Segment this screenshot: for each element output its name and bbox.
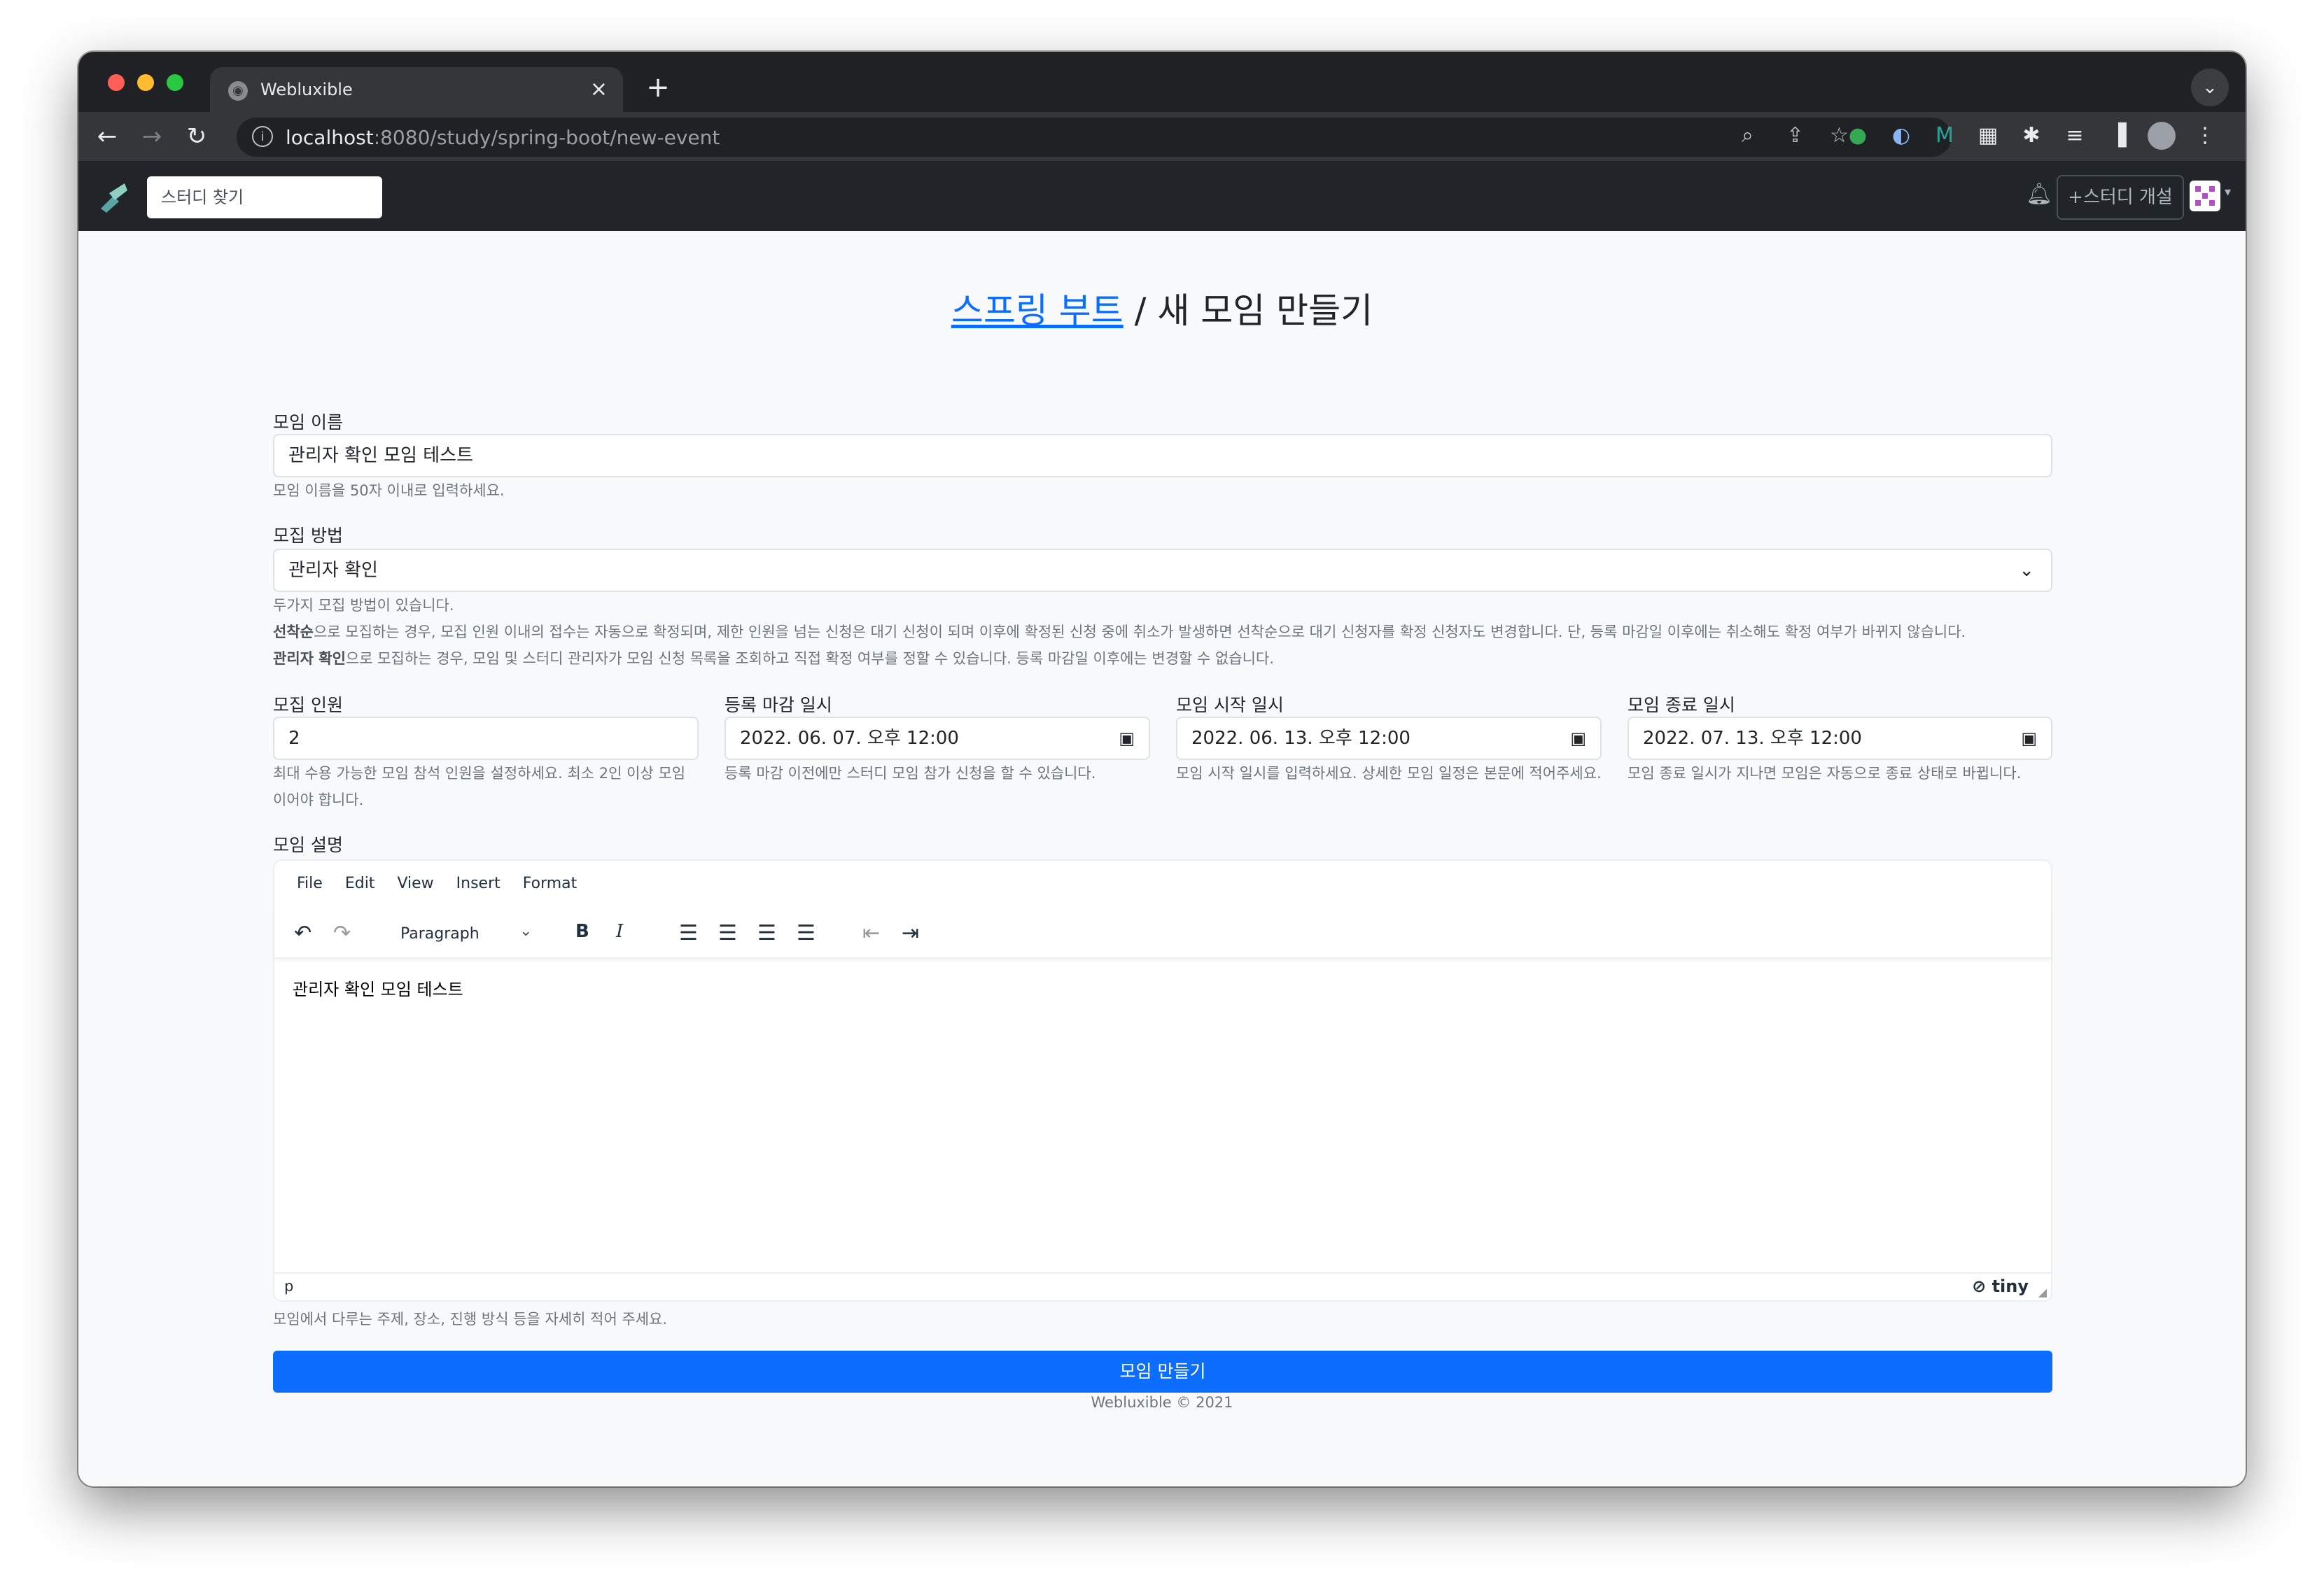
- tab-search-button[interactable]: ⌄: [2191, 69, 2229, 106]
- align-right-icon[interactable]: ☰: [757, 921, 776, 945]
- profile-avatar[interactable]: [2148, 122, 2176, 150]
- tab-title: Webluxible: [260, 80, 353, 99]
- calendar-icon[interactable]: ▣: [2021, 718, 2037, 759]
- forward-icon[interactable]: →: [136, 120, 168, 153]
- limit-help: 최대 수용 가능한 모임 참석 인원을 설정하세요. 최소 2인 이상 모임이어…: [273, 765, 686, 808]
- editor-toolbar: ↶ ↷ Paragraph ⌄ B I ☰ ☰ ☰ ☰ ⇤ ⇥: [274, 908, 2051, 959]
- create-event-button[interactable]: 모임 만들기: [273, 1351, 2052, 1393]
- close-tab-icon[interactable]: ×: [590, 77, 608, 101]
- description-label: 모임 설명: [273, 835, 343, 855]
- menu-file[interactable]: File: [297, 875, 323, 892]
- maximize-window-button[interactable]: [167, 74, 183, 91]
- editor-menubar: File Edit View Insert Format: [297, 875, 577, 892]
- logo-icon[interactable]: [98, 181, 130, 213]
- tiny-logo-icon: ⊘: [1972, 1276, 1987, 1296]
- address-bar[interactable]: i localhost:8080/study/spring-boot/new-e…: [237, 118, 1952, 157]
- title-input[interactable]: 관리자 확인 모임 테스트: [273, 434, 2052, 477]
- block-format-select[interactable]: Paragraph: [400, 925, 479, 943]
- site-info-icon[interactable]: i: [252, 126, 273, 147]
- bold-icon[interactable]: B: [575, 921, 589, 942]
- calendar-icon[interactable]: ▣: [1570, 718, 1586, 759]
- reload-icon[interactable]: ↻: [181, 120, 213, 153]
- end-date-input[interactable]: 2022. 07. 13. 오후 12:00 ▣: [1628, 717, 2052, 760]
- title-label: 모임 이름: [273, 412, 343, 432]
- enroll-deadline-label: 등록 마감 일시: [724, 695, 832, 715]
- browser-toolbar: ← → ↻ i localhost:8080/study/spring-boot…: [78, 112, 2246, 161]
- bell-icon[interactable]: 🔔︎: [2026, 182, 2052, 206]
- window-controls: [108, 74, 183, 91]
- resize-handle-icon[interactable]: ◢: [2038, 1286, 2047, 1299]
- menu-insert[interactable]: Insert: [456, 875, 500, 892]
- identicon-icon: [2195, 186, 2215, 206]
- reading-list-icon[interactable]: ≡: [2061, 122, 2089, 150]
- user-avatar[interactable]: [2190, 181, 2220, 211]
- dropdown-caret-icon[interactable]: ▾: [2225, 185, 2231, 199]
- align-justify-icon[interactable]: ☰: [797, 921, 816, 945]
- outdent-icon[interactable]: ⇤: [862, 921, 880, 945]
- rich-text-editor: File Edit View Insert Format ↶ ↷ Paragra…: [273, 859, 2052, 1302]
- zoom-icon[interactable]: ⌕: [1742, 123, 1754, 148]
- calendar-icon[interactable]: ▣: [1119, 718, 1135, 759]
- undo-icon[interactable]: ↶: [294, 921, 312, 945]
- menu-format[interactable]: Format: [523, 875, 578, 892]
- type-select[interactable]: 관리자 확인 ⌄: [273, 549, 2052, 592]
- end-date-help: 모임 종료 일시가 지나면 모임은 자동으로 종료 상태로 바뀝니다.: [1628, 765, 2022, 782]
- share-icon[interactable]: ⇪: [1786, 123, 1804, 148]
- editor-statusbar: p ⊘ tiny ◢: [274, 1272, 2051, 1300]
- start-date-help: 모임 시작 일시를 입력하세요. 상세한 모임 일정은 본문에 적어주세요.: [1176, 765, 1602, 782]
- plus-icon: +: [2068, 187, 2083, 208]
- minimize-window-button[interactable]: [137, 74, 154, 91]
- indent-icon[interactable]: ⇥: [902, 921, 919, 945]
- study-link[interactable]: 스프링 부트: [951, 290, 1124, 331]
- new-study-button[interactable]: +스터디 개설: [2057, 175, 2184, 220]
- enroll-deadline-help: 등록 마감 이전에만 스터디 모임 참가 신청을 할 수 있습니다.: [724, 765, 1096, 782]
- enroll-deadline-input[interactable]: 2022. 06. 07. 오후 12:00 ▣: [724, 717, 1150, 760]
- start-date-label: 모임 시작 일시: [1176, 695, 1284, 715]
- start-date-input[interactable]: 2022. 06. 13. 오후 12:00 ▣: [1176, 717, 1602, 760]
- title-help: 모임 이름을 50자 이내로 입력하세요.: [273, 482, 505, 499]
- search-input[interactable]: [147, 176, 382, 218]
- globe-icon: ◉: [228, 81, 248, 101]
- extension-icon[interactable]: ●: [1844, 122, 1872, 150]
- side-panel-icon[interactable]: ▐: [2104, 122, 2132, 150]
- limit-label: 모집 인원: [273, 695, 343, 715]
- url-text[interactable]: localhost:8080/study/spring-boot/new-eve…: [286, 126, 720, 149]
- type-help: 두가지 모집 방법이 있습니다. 선착순으로 모집하는 경우, 모집 인원 이내…: [273, 597, 1966, 667]
- editor-content[interactable]: 관리자 확인 모임 테스트: [293, 976, 463, 1000]
- footer: Webluxible © 2021: [1091, 1394, 1233, 1411]
- element-path[interactable]: p: [284, 1278, 293, 1295]
- extension-icon[interactable]: ◐: [1887, 122, 1915, 150]
- extensions-puzzle-icon[interactable]: ✱: [2017, 122, 2045, 150]
- type-label: 모집 방법: [273, 526, 343, 546]
- limit-input[interactable]: 2: [273, 717, 699, 760]
- italic-icon[interactable]: I: [616, 921, 623, 942]
- browser-tab[interactable]: ◉ Webluxible ×: [210, 67, 623, 112]
- align-center-icon[interactable]: ☰: [718, 921, 737, 945]
- menu-edit[interactable]: Edit: [345, 875, 375, 892]
- align-left-icon[interactable]: ☰: [679, 921, 698, 945]
- chevron-down-icon[interactable]: ⌄: [519, 922, 532, 940]
- extension-icon[interactable]: M: [1931, 122, 1959, 150]
- chevron-down-icon: ⌄: [2019, 560, 2034, 581]
- tab-strip: ◉ Webluxible × + ⌄: [78, 52, 2246, 112]
- close-window-button[interactable]: [108, 74, 125, 91]
- redo-icon[interactable]: ↷: [333, 921, 351, 945]
- new-tab-button[interactable]: +: [641, 71, 675, 105]
- description-help: 모임에서 다루는 주제, 장소, 진행 방식 등을 자세히 적어 주세요.: [273, 1311, 668, 1328]
- qr-code-icon[interactable]: ▦: [1974, 122, 2002, 150]
- page-title: 스프링 부트 / 새 모임 만들기: [951, 290, 1373, 331]
- tiny-brand-link[interactable]: ⊘ tiny: [1972, 1276, 2029, 1296]
- menu-view[interactable]: View: [397, 875, 433, 892]
- back-icon[interactable]: ←: [91, 120, 123, 153]
- browser-window: ◉ Webluxible × + ⌄ ← → ↻ i localhost:808…: [78, 52, 2246, 1486]
- browser-menu-icon[interactable]: ⋮: [2191, 122, 2219, 150]
- site-navbar: 🔔︎ +스터디 개설 ▾: [78, 161, 2246, 231]
- end-date-label: 모임 종료 일시: [1628, 695, 1735, 715]
